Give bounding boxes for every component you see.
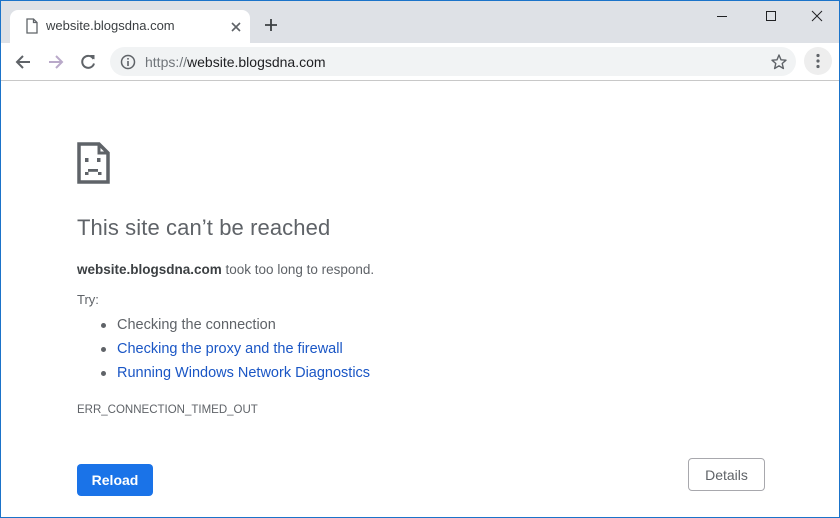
error-page: This site can’t be reached website.blogs… bbox=[1, 81, 839, 517]
bullet bbox=[101, 347, 106, 352]
page-title: This site can’t be reached bbox=[77, 215, 331, 240]
bullet bbox=[101, 371, 106, 376]
maximize-icon[interactable] bbox=[760, 5, 782, 27]
sad-page-icon bbox=[77, 142, 110, 184]
title-bar: website.blogsdna.com bbox=[1, 1, 839, 44]
arrow-right-icon[interactable] bbox=[46, 52, 66, 72]
star-icon[interactable] bbox=[770, 53, 788, 71]
reload-button[interactable]: Reload bbox=[77, 464, 153, 496]
suggestion-text: Checking the connection bbox=[117, 317, 276, 333]
new-tab-plus-icon[interactable] bbox=[263, 17, 279, 33]
error-message-text: took too long to respond. bbox=[221, 262, 375, 277]
window-close-icon[interactable] bbox=[806, 5, 828, 27]
browser-tab[interactable]: website.blogsdna.com bbox=[10, 10, 250, 44]
error-code: ERR_CONNECTION_TIMED_OUT bbox=[77, 404, 258, 416]
suggestion-item: Checking the proxy and the firewall bbox=[101, 337, 370, 361]
bullet bbox=[101, 323, 106, 328]
tab-title: website.blogsdna.com bbox=[46, 18, 175, 33]
address-bar[interactable]: https://website.blogsdna.com bbox=[110, 47, 796, 76]
proxy-firewall-link[interactable]: Checking the proxy and the firewall bbox=[117, 341, 343, 357]
try-label: Try: bbox=[77, 292, 99, 307]
info-icon[interactable] bbox=[120, 54, 136, 70]
arrow-left-icon[interactable] bbox=[13, 52, 33, 72]
browser-window: website.blogsdna.com https://website.blo… bbox=[0, 0, 840, 518]
page-icon bbox=[26, 18, 38, 34]
error-message: website.blogsdna.com took too long to re… bbox=[77, 262, 374, 277]
minimize-icon[interactable] bbox=[711, 5, 733, 27]
suggestion-item: Running Windows Network Diagnostics bbox=[101, 361, 370, 385]
network-diagnostics-link[interactable]: Running Windows Network Diagnostics bbox=[117, 365, 370, 381]
reload-icon[interactable] bbox=[78, 52, 98, 72]
error-host: website.blogsdna.com bbox=[77, 262, 222, 277]
details-button[interactable]: Details bbox=[688, 458, 765, 491]
url-scheme: https:// bbox=[145, 54, 188, 70]
url-host: website.blogsdna.com bbox=[187, 54, 326, 70]
browser-toolbar: https://website.blogsdna.com bbox=[1, 43, 839, 81]
suggestions-list: Checking the connection Checking the pro… bbox=[101, 313, 370, 385]
kebab-menu-icon[interactable] bbox=[804, 47, 832, 75]
suggestion-item: Checking the connection bbox=[101, 313, 370, 337]
tab-close-icon[interactable] bbox=[229, 19, 243, 33]
url-text[interactable]: https://website.blogsdna.com bbox=[145, 54, 326, 70]
